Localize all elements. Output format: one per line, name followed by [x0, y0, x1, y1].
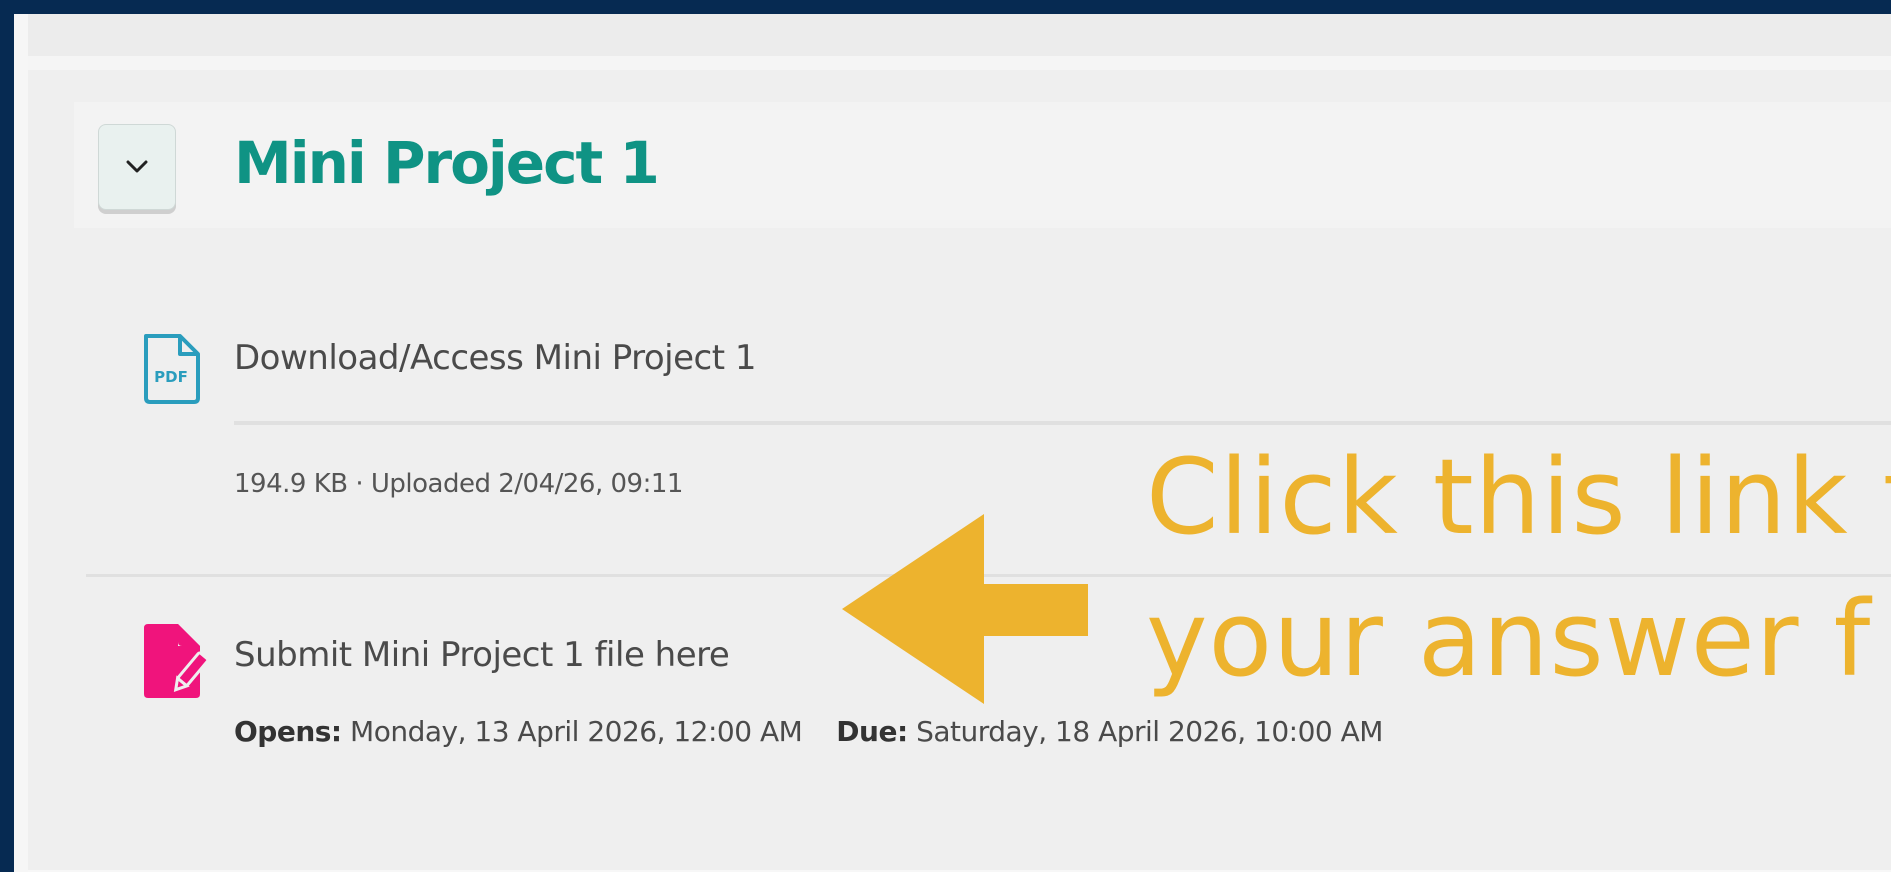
assignment-edit-icon	[144, 624, 210, 698]
left-arrow-icon	[842, 514, 1088, 704]
due-value: Saturday, 18 April 2026, 10:00 AM	[916, 715, 1383, 748]
svg-text:PDF: PDF	[154, 368, 188, 386]
section-title[interactable]: Mini Project 1	[234, 134, 660, 192]
file-meta: 194.9 KB · Uploaded 2/04/26, 09:11	[234, 469, 683, 499]
pdf-file-icon: PDF	[144, 334, 200, 404]
annotation-line-2: your answer f	[1146, 578, 1872, 701]
activity-dates: Opens: Monday, 13 April 2026, 12:00 AM Du…	[234, 718, 1383, 746]
activity-link-download[interactable]: Download/Access Mini Project 1	[234, 341, 757, 375]
activity-divider	[234, 421, 1891, 425]
opens-label: Opens:	[234, 715, 342, 748]
activity-link-submit[interactable]: Submit Mini Project 1 file here	[234, 638, 730, 672]
top-band	[28, 14, 1891, 56]
page-edge	[14, 14, 28, 872]
section-collapse-button[interactable]	[98, 124, 176, 210]
chevron-down-icon	[126, 160, 148, 173]
opens-value: Monday, 13 April 2026, 12:00 AM	[350, 715, 803, 748]
annotation-callout: Click this link t your answer f	[1146, 426, 1891, 711]
annotation-line-1: Click this link t	[1146, 436, 1891, 558]
due-label: Due:	[836, 715, 908, 748]
top-separator	[28, 56, 1891, 70]
